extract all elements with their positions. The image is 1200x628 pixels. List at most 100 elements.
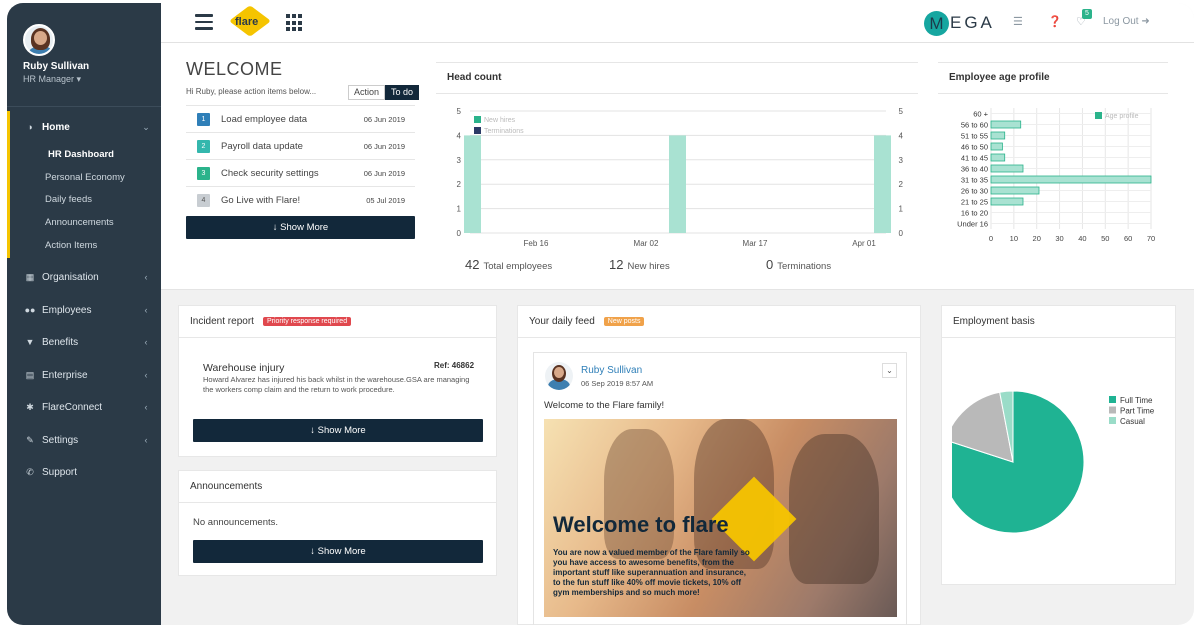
sidebar-item-home[interactable]: ◑ Home ⌄ — [7, 117, 161, 137]
y-tick-label-right: 1 — [899, 205, 904, 214]
announcements-show-more-button[interactable]: ↓ Show More — [193, 540, 483, 563]
top-bar: flare M EGA ☰ ❓ ♡ 5 Log Out ➜ — [161, 3, 1194, 43]
chevron-left-icon: ‹ — [144, 272, 148, 282]
todo-label: Check security settings — [221, 167, 319, 179]
sidebar-item-personal-economy[interactable]: Personal Economy — [45, 172, 125, 183]
legend-label: Casual — [1120, 417, 1145, 426]
y-tick-label: 41 to 45 — [961, 154, 988, 163]
sidebar-item-label: Employees — [42, 304, 92, 316]
legend-swatch — [1109, 417, 1116, 424]
hamburger-menu-icon[interactable] — [195, 14, 213, 30]
sidebar-item-enterprise[interactable]: ▤ Enterprise ‹ — [7, 365, 161, 385]
card-header: Employment basis — [942, 306, 1175, 338]
sidebar-item-label: Benefits — [42, 336, 79, 348]
user-name: Ruby Sullivan — [23, 61, 90, 72]
dashboard-icon: ◑ — [27, 122, 33, 132]
logout-button[interactable]: Log Out ➜ — [1103, 16, 1150, 27]
sidebar-item-daily-feeds[interactable]: Daily feeds — [45, 194, 92, 205]
legend-swatch-terminations — [474, 127, 481, 134]
headcount-title: Head count — [447, 72, 502, 83]
todo-number: 2 — [197, 139, 210, 153]
welcome-subtitle: Hi Ruby, please action items below... — [186, 87, 317, 96]
terminations-stat: 0 Terminations — [766, 257, 831, 272]
avatar[interactable] — [23, 24, 55, 56]
headcount-top-rule — [436, 62, 918, 63]
apps-grid-icon[interactable] — [286, 14, 304, 32]
y-tick-label: 31 to 35 — [961, 176, 988, 185]
tab-todo[interactable]: To do — [385, 85, 420, 100]
sidebar-item-flareconnect[interactable]: ✱ FlareConnect ‹ — [7, 397, 161, 417]
x-tick-label: Feb 16 — [524, 239, 549, 248]
flare-logo[interactable]: flare — [229, 5, 271, 39]
sidebar: Ruby Sullivan HR Manager ▾ ◑ Home ⌄ HR D… — [7, 3, 161, 625]
todo-label: Go Live with Flare! — [221, 194, 301, 206]
todo-item[interactable]: 4 Go Live with Flare! 05 Jul 2019 — [186, 186, 415, 213]
list-icon[interactable]: ☰ — [1013, 15, 1023, 28]
headcount-chart: 0 0 1 1 2 2 3 3 4 4 5 5 Feb 16 Mar 02 Mar 17 Apr 01 New … — [457, 107, 904, 248]
sidebar-item-employees[interactable]: ●● Employees ‹ — [7, 300, 161, 320]
todo-date: 05 Jul 2019 — [366, 195, 405, 205]
chevron-left-icon: ‹ — [144, 435, 148, 445]
bar-age-profile — [990, 131, 1006, 140]
y-tick-label: 36 to 40 — [961, 165, 988, 174]
sidebar-item-label: Settings — [42, 434, 79, 446]
x-tick-label: Mar 02 — [634, 239, 659, 248]
bar-age-profile — [990, 197, 1024, 206]
todo-item[interactable]: 1 Load employee data 06 Jun 2019 — [186, 105, 415, 132]
sidebar-item-label: Organisation — [42, 271, 99, 283]
todo-date: 06 Jun 2019 — [363, 141, 405, 151]
author-avatar[interactable] — [545, 362, 573, 390]
x-tick-label: 0 — [989, 234, 993, 243]
headcount-header-rule — [436, 93, 918, 94]
sidebar-item-benefits[interactable]: ▼ Benefits ‹ — [7, 332, 161, 352]
banner-body: You are now a valued member of the Flare… — [553, 548, 750, 597]
notification-badge: 5 — [1082, 9, 1092, 19]
sidebar-item-settings[interactable]: ✎ Settings ‹ — [7, 430, 161, 450]
sidebar-item-organisation[interactable]: ▦ Organisation ‹ — [7, 267, 161, 287]
chevron-left-icon: ‹ — [144, 402, 148, 412]
sidebar-item-label: Home — [42, 121, 70, 133]
logout-label: Log Out — [1103, 16, 1139, 27]
x-tick-label: 40 — [1078, 234, 1086, 243]
summary-band: WELCOME Hi Ruby, please action items bel… — [161, 43, 1194, 290]
age-profile-title: Employee age profile — [949, 72, 1050, 83]
mega-logo-text: EGA — [950, 13, 995, 32]
todo-item[interactable]: 2 Payroll data update 06 Jun 2019 — [186, 132, 415, 159]
todo-item[interactable]: 3 Check security settings 06 Jun 2019 — [186, 159, 415, 186]
phone-icon: ✆ — [26, 466, 34, 477]
sidebar-item-label: Support — [42, 466, 78, 478]
sidebar-item-hr-dashboard[interactable]: HR Dashboard — [48, 149, 114, 160]
x-tick-label: Mar 17 — [743, 239, 768, 248]
bar-new-hires — [464, 135, 481, 233]
legend-swatch — [1109, 396, 1116, 403]
priority-badge: Priority response required — [262, 317, 352, 326]
card-title: Your daily feed — [529, 316, 595, 327]
y-tick-label: 16 to 20 — [961, 209, 988, 218]
todo-number: 3 — [197, 166, 210, 180]
new-hires-label: New hires — [627, 261, 670, 272]
todo-number: 1 — [197, 112, 210, 126]
incident-show-more-button[interactable]: ↓ Show More — [193, 419, 483, 442]
user-role-dropdown[interactable]: HR Manager ▾ — [23, 74, 81, 85]
sidebar-item-action-items[interactable]: Action Items — [45, 240, 97, 251]
incident-title[interactable]: Warehouse injury — [203, 362, 284, 374]
post-author[interactable]: Ruby Sullivan — [581, 365, 642, 376]
sidebar-item-announcements[interactable]: Announcements — [45, 217, 114, 228]
new-posts-badge: New posts — [603, 317, 645, 326]
sidebar-item-label: FlareConnect — [42, 401, 103, 413]
age-profile-chart: 0 10 20 30 40 50 60 70 60 + 56 to 60 51 to 55 46 to… — [957, 108, 1155, 243]
bar-new-hires — [874, 135, 891, 233]
help-icon[interactable]: ❓ — [1048, 15, 1062, 28]
tab-action[interactable]: Action — [348, 85, 386, 100]
chevron-down-icon[interactable]: ⌄ — [882, 363, 897, 378]
todo-date: 06 Jun 2019 — [363, 114, 405, 124]
post-time: 06 Sep 2019 8:57 AM — [581, 379, 654, 388]
welcome-show-more-button[interactable]: ↓ Show More — [186, 216, 415, 239]
legend-swatch — [1109, 406, 1116, 414]
announcements-empty-text: No announcements. — [193, 517, 279, 528]
employment-basis-card: Employment basis Full Time Part Time Casua… — [941, 305, 1176, 585]
user-profile: Ruby Sullivan HR Manager ▾ — [7, 3, 161, 107]
welcome-banner-image[interactable]: Welcome to flare You are now a valued me… — [544, 419, 897, 617]
bar-age-profile — [990, 175, 1152, 184]
sidebar-item-support[interactable]: ✆ Support — [7, 462, 161, 482]
